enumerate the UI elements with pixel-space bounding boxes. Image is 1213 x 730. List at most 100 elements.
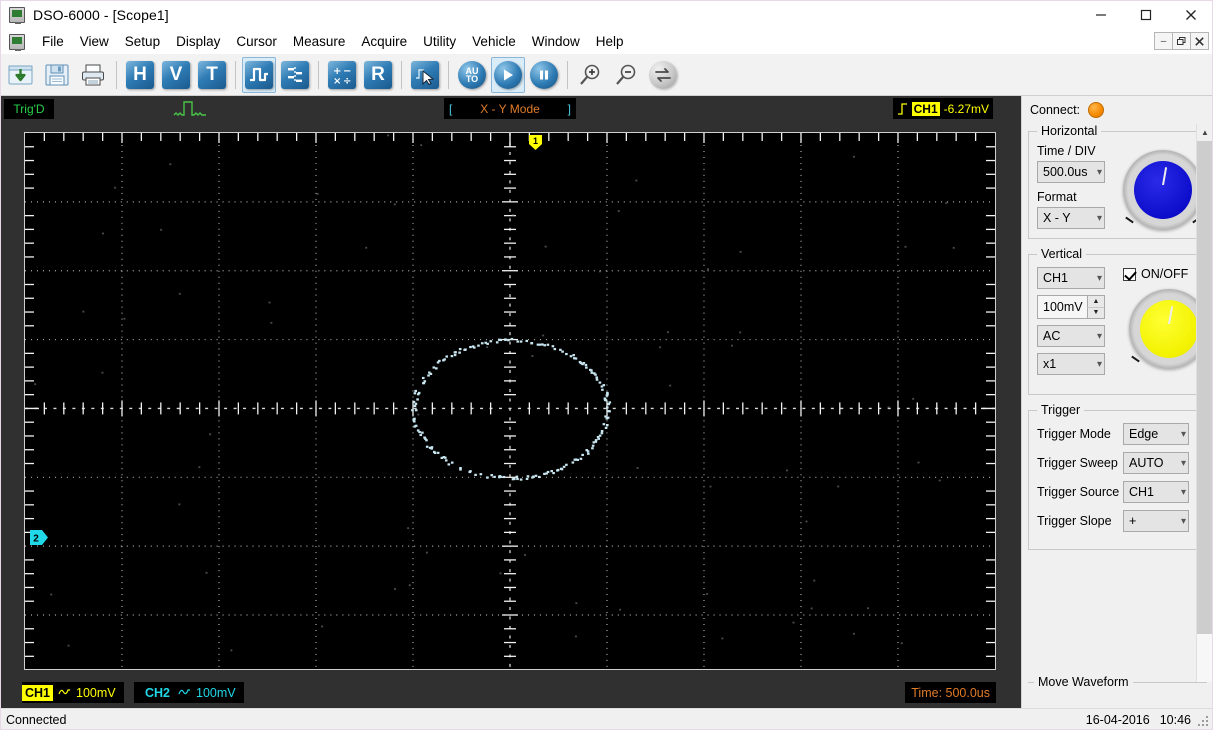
scroll-up-icon[interactable]: ▲ (1197, 124, 1213, 141)
coupling-select[interactable]: AC ▾ (1037, 325, 1105, 347)
ch1-coupling-icon (58, 686, 71, 700)
panel-scrollbar[interactable]: ▲ (1196, 124, 1213, 682)
trigger-status-badge: Trig'D (4, 99, 54, 119)
close-button[interactable] (1168, 0, 1213, 30)
chevron-down-icon: ▾ (1096, 212, 1102, 224)
grid-svg (25, 133, 995, 669)
open-file-icon[interactable] (4, 57, 38, 93)
trigger-sweep-select[interactable]: AUTO ▾ (1123, 452, 1189, 474)
status-datetime: 16-04-2016 10:46 (1086, 713, 1191, 727)
trigger-slope-select[interactable]: + ▾ (1123, 510, 1189, 532)
channel-onoff-checkbox[interactable] (1123, 267, 1136, 281)
mdi-minimize-button[interactable]: – (1154, 32, 1173, 50)
scrollbar-track[interactable] (1197, 634, 1213, 682)
toolbar-separator-2 (235, 60, 236, 89)
stepper-up-icon[interactable]: ▲ (1087, 296, 1104, 308)
main-area: Trig'D [ X - Y Mode ] CH1 -6.27mV 1 2 CH… (0, 96, 1213, 708)
trigger-mode-value: Edge (1129, 427, 1159, 441)
ch1-volts-div: 100mV (76, 685, 116, 700)
channel-select[interactable]: CH1 ▾ (1037, 267, 1105, 289)
menu-item-window[interactable]: Window (524, 32, 588, 52)
chevron-down-icon: ▾ (1180, 515, 1186, 527)
control-panel: Connect: Horizontal Time / DIV 500.0us ▾ (1021, 96, 1213, 708)
reference-icon[interactable]: R (361, 57, 395, 93)
time-div-select[interactable]: 500.0us ▾ (1037, 161, 1105, 183)
mdi-close-button[interactable] (1190, 32, 1209, 50)
trigger-level-indicator: CH1 -6.27mV (892, 98, 993, 119)
waveform-icon[interactable] (242, 56, 276, 93)
trigger-source-row: Trigger Source CH1 ▾ (1037, 481, 1189, 503)
math-icon[interactable]: + − × ÷ (325, 57, 359, 93)
menu-item-vehicle[interactable]: Vehicle (464, 32, 524, 52)
trigger-source-value: CH1 (1129, 485, 1155, 499)
auto-icon[interactable]: AU TO (455, 57, 489, 93)
display-mode-label: X - Y Mode (480, 101, 540, 116)
stepper-arrows[interactable]: ▲ ▼ (1087, 296, 1104, 318)
trigger-slope-label: Trigger Slope (1037, 514, 1112, 528)
zoom-out-icon[interactable] (610, 57, 644, 93)
probe-select[interactable]: x1 ▾ (1037, 353, 1105, 375)
horizontal-group: Horizontal Time / DIV 500.0us ▾ Format X… (1028, 124, 1212, 239)
cursor-icon[interactable] (408, 57, 442, 93)
time-div-knob[interactable] (1123, 150, 1203, 230)
menu-item-measure[interactable]: Measure (285, 32, 354, 52)
menu-item-display[interactable]: Display (168, 32, 228, 52)
menu-item-view[interactable]: View (72, 32, 117, 52)
title-bar: DSO-6000 - [Scope1] (0, 0, 1213, 30)
volts-div-stepper[interactable]: 100mV ▲ ▼ (1037, 295, 1105, 319)
scope-status-bar: Trig'D [ X - Y Mode ] CH1 -6.27mV (0, 96, 1021, 122)
ch1-info-tag[interactable]: CH1 100mV (22, 682, 124, 703)
ch2-coupling-icon (178, 686, 191, 700)
trigger-legend: Trigger (1041, 403, 1081, 417)
trigger-mode-row: Trigger Mode Edge ▾ (1037, 423, 1189, 445)
print-icon[interactable] (76, 57, 110, 93)
format-select[interactable]: X - Y ▾ (1037, 207, 1105, 229)
menu-item-cursor[interactable]: Cursor (228, 32, 285, 52)
mdi-restore-button[interactable] (1172, 32, 1191, 50)
trigger-sweep-value: AUTO (1129, 456, 1164, 470)
menu-bar: File View Setup Display Cursor Measure A… (0, 30, 1213, 54)
status-bar: Connected 16-04-2016 10:46 (0, 708, 1213, 730)
ch2-ground-marker[interactable]: 2 (30, 530, 48, 545)
trigger-icon[interactable]: T (195, 57, 229, 93)
window-controls (1078, 0, 1213, 30)
menu-item-acquire[interactable]: Acquire (353, 32, 415, 52)
stepper-down-icon[interactable]: ▼ (1087, 307, 1104, 318)
toolbar-separator (116, 60, 117, 89)
waveform-grid[interactable]: 1 2 (24, 132, 996, 670)
run-icon[interactable] (491, 56, 525, 93)
ch2-info-tag[interactable]: CH2 100mV (134, 682, 244, 703)
trigger-mode-label: Trigger Mode (1037, 427, 1111, 441)
ch2-label: CH2 (145, 685, 171, 700)
swap-icon[interactable] (646, 57, 680, 93)
application-window: DSO-6000 - [Scope1] File View Setup Disp… (0, 0, 1213, 730)
svg-text:2: 2 (33, 534, 39, 545)
menu-item-utility[interactable]: Utility (415, 32, 464, 52)
chevron-down-icon: ▾ (1180, 428, 1186, 440)
trigger-position-marker[interactable]: 1 (529, 135, 542, 150)
scrollbar-thumb[interactable] (1197, 141, 1213, 634)
measure-icon[interactable] (278, 57, 312, 93)
maximize-button[interactable] (1123, 0, 1168, 30)
pause-icon[interactable] (527, 57, 561, 93)
volts-div-value: 100mV (1043, 300, 1083, 314)
minimize-button[interactable] (1078, 0, 1123, 30)
connect-row: Connect: (1022, 96, 1213, 124)
vertical-icon[interactable]: V (159, 57, 193, 93)
save-icon[interactable] (40, 57, 74, 93)
resize-grip-icon[interactable] (1198, 716, 1210, 728)
toolbar-separator-4 (401, 60, 402, 89)
status-time: 10:46 (1159, 712, 1191, 727)
trigger-mode-select[interactable]: Edge ▾ (1123, 423, 1189, 445)
menu-item-help[interactable]: Help (588, 32, 632, 52)
connect-status-led[interactable] (1088, 102, 1105, 118)
trigger-source-select[interactable]: CH1 ▾ (1123, 481, 1189, 503)
trigger-group: Trigger Trigger Mode Edge ▾ Trigger Swee… (1028, 403, 1198, 550)
horizontal-icon[interactable]: H (123, 57, 157, 93)
menu-item-setup[interactable]: Setup (117, 32, 168, 52)
vertical-group: Vertical CH1 ▾ 100mV ▲ ▼ AC ▾ x1 ▾ ON/OF… (1028, 247, 1213, 395)
timebase-tag[interactable]: Time: 500.0us (905, 682, 996, 703)
menu-item-file[interactable]: File (34, 32, 72, 52)
zoom-in-icon[interactable] (574, 57, 608, 93)
document-icon (9, 34, 25, 51)
